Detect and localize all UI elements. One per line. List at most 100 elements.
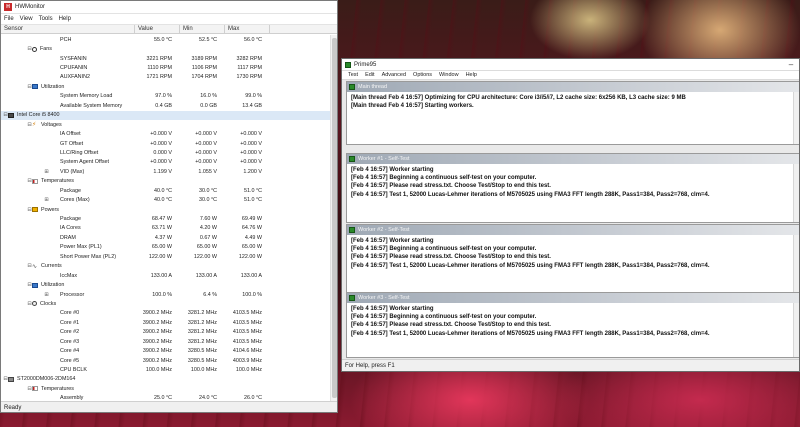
pane-main-thread[interactable]: Main thread [Main thread Feb 4 16:57] Op…	[346, 81, 799, 145]
sensor-row[interactable]: Package 68.47 W 7.60 W 69.49 W	[1, 214, 330, 223]
column-header-min[interactable]: Min	[180, 25, 225, 33]
vertical-scrollbar[interactable]	[330, 35, 337, 401]
minimize-icon[interactable]: –	[783, 60, 799, 69]
expand-icon[interactable]: ⊞	[44, 197, 49, 203]
scrollbar-thumb[interactable]	[332, 38, 337, 398]
pane-titlebar[interactable]: Worker #1 - Self-Test	[347, 154, 799, 164]
sensor-name-cell: AUXFANIN2	[1, 74, 135, 80]
sensor-row[interactable]: IA Cores 63.71 W 4.20 W 64.76 W	[1, 224, 330, 233]
sensor-group-row[interactable]: ⊟ Temperatures	[1, 384, 330, 393]
sensor-group-row[interactable]: ⊟ ST2000DM006-2DM164	[1, 375, 330, 384]
menu-view[interactable]: View	[20, 16, 33, 22]
prime95-titlebar[interactable]: Prime95 –	[342, 59, 799, 71]
sensor-value: 3900.2 MHz	[142, 357, 172, 364]
sensor-max: 1117 RPM	[237, 65, 262, 72]
sensor-label: Temperatures	[41, 385, 74, 392]
sensor-row[interactable]: IA Offset +0.000 V +0.000 V +0.000 V	[1, 129, 330, 138]
menu-test[interactable]: Test	[348, 72, 358, 78]
sensor-group-row[interactable]: ⊟ Utilization	[1, 82, 330, 91]
sensor-name-cell: LLC/Ring Offset	[1, 150, 135, 156]
temperature-icon	[32, 386, 38, 392]
sensor-max: 4103.5 MHz	[232, 329, 262, 336]
pane-scrollbar[interactable]	[793, 164, 799, 222]
bar-icon	[32, 84, 38, 90]
sensor-row[interactable]: IccMax 133.00 A 133.00 A 133.00 A	[1, 271, 330, 280]
pane-titlebar[interactable]: Worker #2 - Self-Test	[347, 225, 799, 235]
sensor-row[interactable]: AUXFANIN2 1721 RPM 1704 RPM 1730 RPM	[1, 73, 330, 82]
sensor-group-row[interactable]: ⊟ Temperatures	[1, 177, 330, 186]
chip-icon	[8, 112, 14, 118]
pane-titlebar[interactable]: Worker #3 - Self-Test	[347, 293, 799, 303]
sensor-row[interactable]: CPU BCLK 100.0 MHz 100.0 MHz 100.0 MHz	[1, 365, 330, 374]
sensor-min: 0.0 GB	[200, 102, 217, 109]
column-header-value[interactable]: Value	[135, 25, 180, 33]
menu-file[interactable]: File	[4, 16, 14, 22]
menubar: File View Tools Help	[1, 14, 337, 25]
sensor-row[interactable]: System Memory Load 97.0 % 16.0 % 99.0 %	[1, 92, 330, 101]
sensor-group-row[interactable]: ⊟ Intel Core i5 8400	[1, 110, 330, 120]
menu-help[interactable]: Help	[59, 16, 71, 22]
log-line: [Feb 4 16:57] Beginning a continuous sel…	[351, 314, 537, 321]
sensor-label: PCH	[60, 36, 72, 43]
menu-window[interactable]: Window	[439, 72, 459, 78]
sensor-group-row[interactable]: ⊟ ∿ Currents	[1, 262, 330, 271]
sensor-row[interactable]: ⊞ VID (Max) 1.199 V 1.055 V 1.200 V	[1, 167, 330, 176]
sensor-row[interactable]: CPUFANIN 1110 RPM 1106 RPM 1117 RPM	[1, 63, 330, 72]
menu-advanced[interactable]: Advanced	[382, 72, 406, 78]
sensor-name-cell: Package	[1, 216, 135, 222]
pane-scrollbar[interactable]	[793, 92, 799, 144]
sensor-row[interactable]: LLC/Ring Offset 0.000 V +0.000 V +0.000 V	[1, 148, 330, 157]
sensor-row[interactable]: Package 40.0 °C 30.0 °C 51.0 °C	[1, 186, 330, 195]
sensor-value: +0.000 V	[150, 131, 172, 138]
expand-icon[interactable]: ⊞	[44, 292, 49, 298]
sensor-row[interactable]: PCH 55.0 °C 52.5 °C 56.0 °C	[1, 35, 330, 44]
sensor-group-row[interactable]: ⊟ Fans	[1, 44, 330, 53]
sensor-min: 133.00 A	[195, 272, 217, 279]
pane-titlebar[interactable]: Main thread	[347, 82, 799, 92]
column-header-max[interactable]: Max	[225, 25, 270, 33]
sensor-row[interactable]: System Agent Offset +0.000 V +0.000 V +0.00…	[1, 158, 330, 167]
sensor-row[interactable]: DRAM 4.37 W 0.67 W 4.49 W	[1, 233, 330, 242]
menu-tools[interactable]: Tools	[39, 16, 53, 22]
sensor-label: ST2000DM006-2DM164	[17, 376, 76, 383]
sensor-min: 3281.2 MHz	[187, 319, 217, 326]
pane-worker-3[interactable]: Worker #3 - Self-Test [Feb 4 16:57] Work…	[346, 292, 799, 358]
pane-log: [Feb 4 16:57] Worker starting [Feb 4 16:…	[347, 235, 799, 270]
sensor-group-row[interactable]: ⊟ Utilization	[1, 280, 330, 289]
sensor-label: Intel Core i5 8400	[17, 112, 60, 119]
sensor-label: Temperatures	[41, 178, 74, 185]
sensor-row[interactable]: ⊞ Cores (Max) 40.0 °C 30.0 °C 51.0 °C	[1, 195, 330, 204]
sensor-value: 40.0 °C	[153, 187, 172, 194]
sensor-row[interactable]: Core #1 3900.2 MHz 3281.2 MHz 4103.5 MHz	[1, 318, 330, 327]
sensor-row[interactable]: Assembly 25.0 °C 24.0 °C 26.0 °C	[1, 394, 330, 401]
sensor-row[interactable]: Core #5 3900.2 MHz 3280.5 MHz 4003.9 MHz	[1, 356, 330, 365]
menu-edit[interactable]: Edit	[365, 72, 374, 78]
hwmonitor-titlebar[interactable]: H HWMonitor	[1, 1, 337, 14]
sensor-row[interactable]: GT Offset +0.000 V +0.000 V +0.000 V	[1, 139, 330, 148]
sensor-row[interactable]: Core #0 3900.2 MHz 3281.2 MHz 4103.5 MHz	[1, 309, 330, 318]
sensor-min: 16.0 %	[200, 93, 217, 100]
sensor-row[interactable]: Core #3 3900.2 MHz 3281.2 MHz 4103.5 MHz	[1, 337, 330, 346]
menu-help[interactable]: Help	[466, 72, 477, 78]
prime95-window: Prime95 – Test Edit Advanced Options Win…	[341, 58, 800, 372]
sensor-row[interactable]: Short Power Max (PL2) 122.00 W 122.00 W 122…	[1, 252, 330, 261]
sensor-group-row[interactable]: ⊟ Clocks	[1, 299, 330, 308]
pane-scrollbar[interactable]	[793, 235, 799, 293]
sensor-group-row[interactable]: ⊟ ⚡ Voltages	[1, 120, 330, 129]
sensor-row[interactable]: Available System Memory 0.4 GB 0.0 GB 13.4 …	[1, 101, 330, 110]
sensor-row[interactable]: Core #4 3900.2 MHz 3280.5 MHz 4104.6 MHz	[1, 346, 330, 355]
pane-worker-1[interactable]: Worker #1 - Self-Test [Feb 4 16:57] Work…	[346, 153, 799, 223]
sensor-row[interactable]: Core #2 3900.2 MHz 3281.2 MHz 4103.5 MHz	[1, 328, 330, 337]
pane-worker-2[interactable]: Worker #2 - Self-Test [Feb 4 16:57] Work…	[346, 224, 799, 294]
menu-options[interactable]: Options	[413, 72, 432, 78]
sensor-row[interactable]: ⊞ Processor 100.0 % 6.4 % 100.0 %	[1, 290, 330, 299]
sensor-name-cell: PCH	[1, 37, 135, 43]
sensor-label: CPUFANIN	[60, 65, 88, 72]
sensor-row[interactable]: Power Max (PL1) 65.00 W 65.00 W 65.00 W	[1, 243, 330, 252]
pane-scrollbar[interactable]	[793, 303, 799, 357]
sensor-row[interactable]: SYSFANIN 3221 RPM 3189 RPM 3282 RPM	[1, 54, 330, 63]
sensor-group-row[interactable]: ⊟ Powers	[1, 205, 330, 214]
sensor-name-cell: ⊞ Processor	[1, 292, 135, 298]
expand-icon[interactable]: ⊞	[44, 169, 49, 175]
column-header-sensor[interactable]: Sensor	[1, 25, 135, 33]
